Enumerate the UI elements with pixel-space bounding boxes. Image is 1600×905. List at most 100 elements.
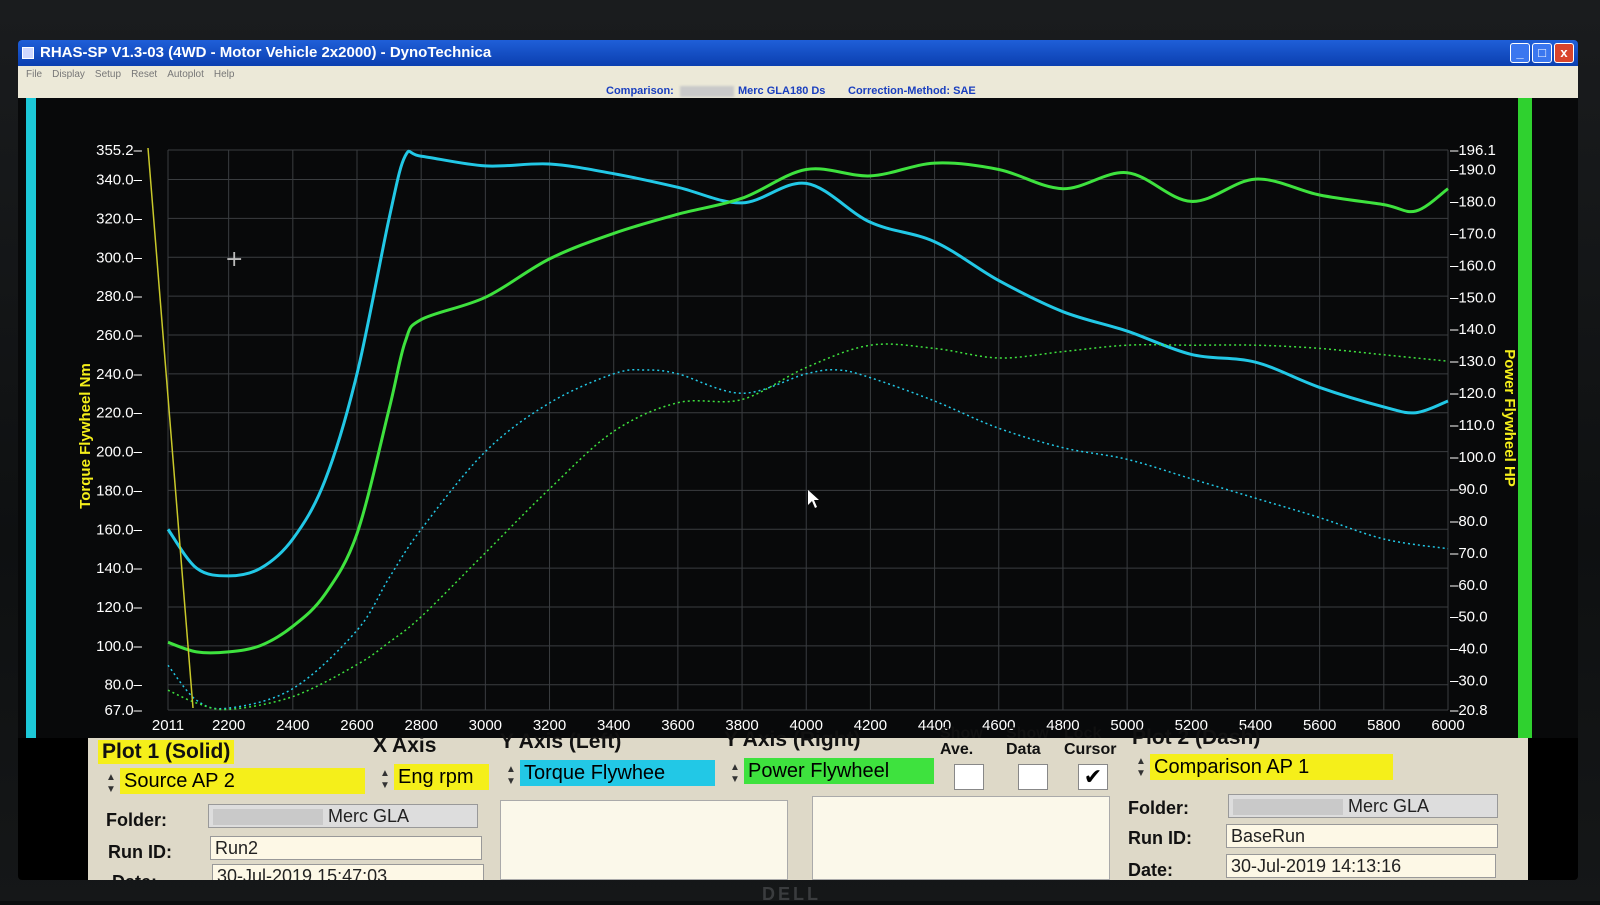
- y-right-tick-label: –150.0: [1450, 289, 1496, 306]
- menu-autoplot[interactable]: Autoplot: [167, 66, 204, 84]
- y-right-tick-label: –110.0: [1450, 417, 1495, 434]
- info-bar: Comparison: Merc GLA180 Ds Correction-Me…: [18, 84, 1578, 98]
- y-left-tick-label: 300.0–: [96, 249, 143, 266]
- y-right-tick-label: –50.0: [1450, 609, 1488, 626]
- y-left-tick-label: 200.0–: [96, 444, 143, 461]
- redacted-box: [213, 809, 323, 826]
- show-ave-checkbox[interactable]: [954, 764, 984, 790]
- menu-display[interactable]: Display: [52, 66, 85, 84]
- y-right-tick-label: –180.0: [1450, 193, 1496, 210]
- plot1-run-label: Run ID:: [108, 842, 172, 862]
- y-right-tick-label: –70.0: [1450, 545, 1488, 562]
- y-right-tick-label: –30.0: [1450, 673, 1488, 690]
- lock-cursor-checkbox[interactable]: ✔: [1078, 764, 1108, 790]
- y-left-spinner[interactable]: ▲ ▼: [504, 764, 518, 790]
- plot2-folder-label: Folder:: [1128, 798, 1189, 818]
- y-left-tick-label: 160.0–: [96, 521, 143, 538]
- y-left-tick-label: 220.0–: [96, 405, 143, 422]
- y-right-tick-label: –170.0: [1450, 225, 1496, 242]
- plot1-source-select[interactable]: Source AP 2: [120, 768, 365, 794]
- series-line-power-solid: [167, 161, 1449, 655]
- right-axis-ticks: –196.1 –190.0 –180.0 –170.0 –160.0 –150.0 –140…: [1450, 142, 1496, 719]
- y-right-tick-label: –100.0: [1450, 449, 1496, 466]
- y-left-select[interactable]: Torque Flywhee: [520, 760, 715, 786]
- x-tick-label: 2200: [212, 717, 245, 734]
- x-axis-title: X Axis: [373, 734, 437, 757]
- menu-bar: File Display Setup Reset Autoplot Help: [18, 66, 1578, 84]
- x-tick-label: 3000: [469, 717, 502, 734]
- plot1-title: Plot 1 (Solid): [98, 740, 235, 764]
- plot2-source-select[interactable]: Comparison AP 1: [1150, 754, 1393, 780]
- lock-cursor-label: Lock Cursor: [1064, 725, 1117, 758]
- plot1-run-field[interactable]: Run2: [210, 836, 482, 860]
- y-left-tick-label: 180.0–: [96, 482, 143, 499]
- cursor-line: [147, 147, 194, 709]
- y-left-tick-label: 320.0–: [96, 210, 143, 227]
- crosshair-icon: +: [225, 247, 243, 272]
- y-left-tick-label: 355.2–: [96, 142, 143, 159]
- chart-grid: [167, 149, 1449, 711]
- plot2-title: Plot 2 (Dash): [1132, 726, 1261, 749]
- series-line-torque-dash: [167, 369, 1449, 710]
- comparison-label: Comparison:: [606, 85, 674, 97]
- x-tick-label: 3600: [661, 717, 694, 734]
- plot1-folder-field: Merc GLA: [208, 804, 478, 828]
- plot2-date-label: Date:: [1128, 860, 1174, 880]
- close-button[interactable]: x: [1554, 43, 1574, 63]
- y-right-tick-label: –190.0: [1450, 161, 1496, 178]
- y-right-axis-label: Power Flywheel HP: [1501, 349, 1518, 487]
- menu-setup[interactable]: Setup: [95, 66, 121, 84]
- x-axis-spinner[interactable]: ▲ ▼: [378, 768, 392, 794]
- redacted-box: [1233, 799, 1343, 816]
- y-left-tick-label: 80.0–: [104, 677, 142, 694]
- y-left-axis-label: Torque Flywheel Nm: [77, 363, 94, 509]
- y-right-title: Y Axis (Right): [724, 728, 861, 751]
- y-right-select[interactable]: Power Flywheel: [744, 758, 934, 784]
- menu-reset[interactable]: Reset: [131, 66, 157, 84]
- plot2-folder-value: Merc GLA: [1348, 796, 1430, 816]
- y-left-title: Y Axis (Left): [500, 730, 622, 753]
- y-right-tick-label: –60.0: [1450, 577, 1488, 594]
- menu-file[interactable]: File: [26, 66, 42, 84]
- dyno-chart[interactable]: 355.2– 340.0– 320.0– 300.0– 280.0– 260.0– 240.…: [18, 98, 1578, 738]
- y-left-tick-label: 67.0–: [104, 702, 142, 719]
- plot1-folder-value: Merc GLA: [328, 806, 410, 826]
- monitor-logo: DELL: [762, 884, 821, 904]
- plot1-spinner[interactable]: ▲ ▼: [104, 772, 118, 798]
- show-data-label: Show Data: [1006, 725, 1049, 758]
- y-right-tick-label: –160.0: [1450, 257, 1496, 274]
- plot1-folder-label: Folder:: [106, 810, 167, 830]
- y-left-tick-label: 140.0–: [96, 560, 143, 577]
- x-tick-label: 5800: [1367, 717, 1400, 734]
- plot2-spinner[interactable]: ▲ ▼: [1134, 756, 1148, 782]
- y-right-spinner[interactable]: ▲ ▼: [728, 762, 742, 788]
- plot2-run-label: Run ID:: [1128, 828, 1192, 848]
- mouse-pointer-icon: [808, 490, 819, 508]
- plot2-run-field[interactable]: BaseRun: [1226, 824, 1498, 848]
- y-right-tick-label: –130.0: [1450, 353, 1496, 370]
- minimize-button[interactable]: _: [1510, 43, 1530, 63]
- y-left-tick-label: 240.0–: [96, 366, 143, 383]
- y-left-tick-label: 260.0–: [96, 327, 143, 344]
- show-data-checkbox[interactable]: [1018, 764, 1048, 790]
- show-ave-label: Show Ave.: [940, 725, 983, 758]
- y-right-tick-label: –196.1: [1450, 142, 1496, 159]
- redacted-box: [680, 86, 734, 97]
- x-tick-label: 2011: [152, 717, 184, 734]
- menu-help[interactable]: Help: [214, 66, 235, 84]
- plot2-date-field[interactable]: 30-Jul-2019 14:13:16: [1226, 854, 1496, 878]
- info-panel-right: [812, 796, 1110, 880]
- y-left-tick-label: 280.0–: [96, 288, 143, 305]
- y-right-tick-label: –40.0: [1450, 641, 1488, 658]
- x-tick-label: 5600: [1303, 717, 1336, 734]
- window-title: RHAS-SP V1.3-03 (4WD - Motor Vehicle 2x2…: [40, 44, 492, 61]
- chart-series: [166, 149, 1449, 711]
- correction-method: Correction-Method: SAE: [848, 85, 976, 97]
- plot1-date-label: Date:: [112, 872, 157, 880]
- plot1-date-field[interactable]: 30-Jul-2019 15:47:03: [212, 864, 484, 880]
- plot2-folder-field: Merc GLA: [1228, 794, 1498, 818]
- maximize-button[interactable]: □: [1532, 43, 1552, 63]
- y-left-tick-label: 100.0–: [96, 638, 143, 655]
- series-line-torque-solid: [166, 149, 1449, 578]
- x-axis-select[interactable]: Eng rpm: [394, 764, 489, 790]
